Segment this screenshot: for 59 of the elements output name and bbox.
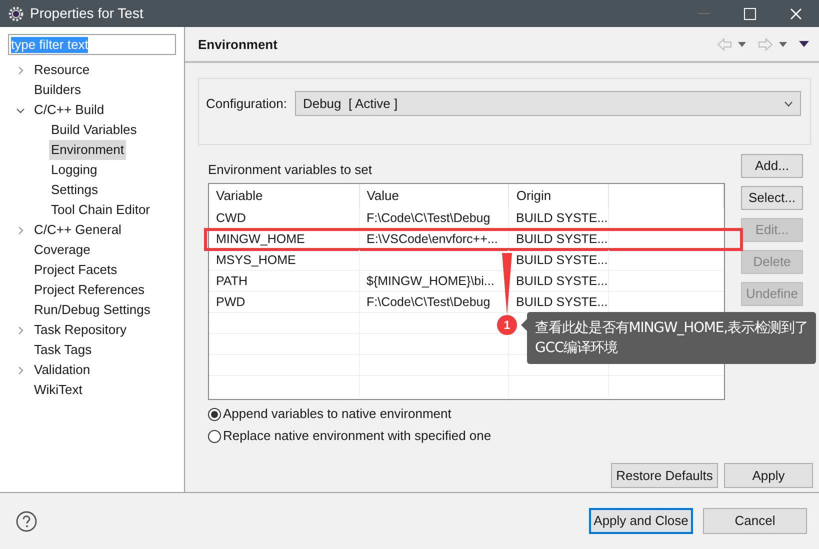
tree-item[interactable]: Task Tags (32, 340, 94, 360)
table-cell: MSYS_HOME (209, 250, 360, 270)
table-cell: CWD (209, 208, 360, 228)
chevron-right-icon[interactable] (16, 326, 25, 334)
cancel-button[interactable]: Cancel (703, 508, 807, 534)
tree-item[interactable]: Coverage (32, 240, 92, 260)
configuration-dropdown[interactable]: Debug [ Active ] (294, 91, 801, 116)
table-cell: PWD (209, 292, 360, 312)
table-cell: MINGW_HOME (209, 229, 360, 249)
option-label[interactable]: Append variables to native environment (223, 406, 452, 422)
column-header[interactable]: Value (360, 184, 510, 208)
window-title: Properties for Test (30, 4, 144, 23)
table-cell: BUILD SYSTE... (509, 229, 609, 249)
tree-item[interactable]: Project References (32, 280, 147, 300)
configuration-label: Configuration: (206, 95, 287, 113)
tree-item[interactable]: Project Facets (32, 260, 120, 280)
table-cell: F:\Code\C\Test\Debug (360, 208, 509, 228)
radio-button[interactable] (208, 430, 221, 442)
tree-item[interactable]: Environment (49, 140, 126, 160)
help-icon[interactable] (16, 510, 37, 532)
tree-item[interactable]: Build Variables (49, 120, 139, 140)
gear-icon (8, 6, 24, 22)
page-title: Environment (198, 36, 278, 54)
table-cell: E:\VSCode\envforc++... (360, 229, 509, 249)
tree-item[interactable]: Run/Debug Settings (32, 300, 152, 320)
table-caption: Environment variables to set (208, 162, 374, 178)
tree-item[interactable]: Builders (32, 80, 83, 100)
side-button[interactable]: Select... (741, 186, 803, 210)
dropdown-icon[interactable] (738, 42, 746, 46)
apply-and-close-button[interactable]: Apply and Close (589, 508, 693, 534)
tree-item[interactable]: Logging (49, 160, 100, 180)
tree-item[interactable]: C/C++ Build (32, 100, 106, 120)
table-cell: PATH (209, 271, 360, 291)
callout-text: 查看此处是否有MINGW_HOME,表示检测到了GCC编译环境 (534, 319, 809, 358)
apply-button[interactable]: Apply (724, 463, 813, 488)
chevron-right-icon[interactable] (16, 66, 25, 74)
radio-button[interactable] (208, 408, 221, 420)
column-header[interactable]: Origin (509, 184, 610, 208)
tree-item[interactable]: Resource (32, 60, 92, 80)
side-button[interactable]: Add... (741, 154, 803, 178)
tree-item[interactable]: Settings (49, 180, 100, 200)
dropdown-icon[interactable] (779, 42, 787, 46)
maximize-icon[interactable] (744, 8, 756, 20)
table-cell: BUILD SYSTE... (509, 208, 609, 228)
tree-item[interactable]: Validation (32, 360, 92, 380)
chevron-right-icon[interactable] (16, 226, 25, 234)
tree-item[interactable]: Tool Chain Editor (49, 200, 152, 220)
option-label[interactable]: Replace native environment with specified one (223, 428, 492, 444)
chevron-down-icon (784, 100, 793, 106)
chevron-right-icon[interactable] (16, 366, 25, 374)
view-menu-icon[interactable] (799, 41, 809, 47)
chevron-down-icon[interactable] (16, 106, 25, 114)
close-icon[interactable] (790, 8, 802, 20)
restore-defaults-button[interactable]: Restore Defaults (611, 463, 718, 488)
pointer-arrow (502, 253, 512, 315)
tree-item[interactable]: WikiText (32, 380, 84, 400)
column-header[interactable]: Variable (209, 184, 360, 208)
tree-item[interactable]: C/C++ General (32, 220, 124, 240)
tree-item[interactable]: Task Repository (32, 320, 128, 340)
